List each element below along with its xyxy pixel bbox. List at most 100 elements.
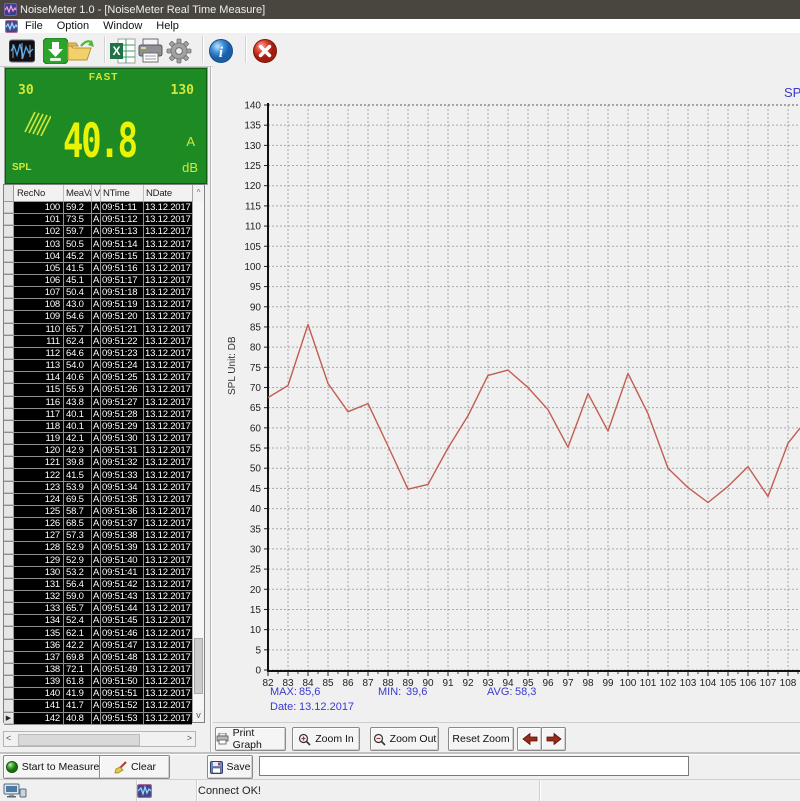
col-ntime[interactable]: NTime xyxy=(101,185,144,201)
zoom-in-button[interactable]: Zoom In xyxy=(292,727,360,751)
menu-file[interactable]: File xyxy=(18,20,50,32)
table-row[interactable]: 11162.4A09:51:2213.12.2017 xyxy=(4,336,192,348)
table-row[interactable]: 10541.5A09:51:1613.12.2017 xyxy=(4,263,192,275)
table-row[interactable]: 12852.9A09:51:3913.12.2017 xyxy=(4,542,192,554)
menu-help[interactable]: Help xyxy=(149,20,186,32)
col-meaval[interactable]: MeaVal xyxy=(64,185,92,201)
row-selector[interactable] xyxy=(4,372,14,383)
table-row[interactable]: 12042.9A09:51:3113.12.2017 xyxy=(4,445,192,457)
row-selector[interactable] xyxy=(4,640,14,651)
row-selector[interactable] xyxy=(4,579,14,590)
table-row[interactable]: 13053.2A09:51:4113.12.2017 xyxy=(4,567,192,579)
scrollbar-thumb[interactable] xyxy=(194,638,203,694)
row-selector[interactable] xyxy=(4,275,14,286)
row-selector[interactable] xyxy=(4,311,14,322)
row-selector[interactable] xyxy=(4,251,14,262)
row-selector[interactable] xyxy=(4,287,14,298)
row-selector[interactable] xyxy=(4,652,14,663)
table-row[interactable]: 11840.1A09:51:2913.12.2017 xyxy=(4,421,192,433)
row-selector[interactable] xyxy=(4,603,14,614)
save-button[interactable]: Save xyxy=(207,755,253,779)
hscrollbar-thumb[interactable] xyxy=(18,734,140,746)
scroll-right-arrow[interactable]: > xyxy=(187,733,192,743)
row-selector[interactable] xyxy=(4,542,14,553)
row-selector[interactable] xyxy=(4,384,14,395)
row-selector[interactable] xyxy=(4,360,14,371)
table-row[interactable]: 12353.9A09:51:3413.12.2017 xyxy=(4,482,192,494)
table-row[interactable]: 11264.6A09:51:2313.12.2017 xyxy=(4,348,192,360)
table-row[interactable]: 13642.2A09:51:4713.12.2017 xyxy=(4,640,192,652)
table-row[interactable]: ▶14240.8A09:51:5313.12.2017 xyxy=(4,713,192,725)
table-row[interactable]: 12139.8A09:51:3213.12.2017 xyxy=(4,457,192,469)
save-filename-input[interactable] xyxy=(259,756,689,776)
table-row[interactable]: 10173.5A09:51:1213.12.2017 xyxy=(4,214,192,226)
stop-close-button[interactable] xyxy=(251,37,279,64)
row-selector[interactable]: ▶ xyxy=(4,713,14,724)
table-row[interactable]: 14141.7A09:51:5213.12.2017 xyxy=(4,700,192,712)
waveform-display-button[interactable] xyxy=(8,37,36,64)
table-row[interactable]: 13259.0A09:51:4313.12.2017 xyxy=(4,591,192,603)
table-row[interactable]: 14041.9A09:51:5113.12.2017 xyxy=(4,688,192,700)
table-row[interactable]: 12668.5A09:51:3713.12.2017 xyxy=(4,518,192,530)
row-selector[interactable] xyxy=(4,299,14,310)
scroll-left-arrow[interactable]: < xyxy=(6,733,11,743)
table-row[interactable]: 11354.0A09:51:2413.12.2017 xyxy=(4,360,192,372)
table-row[interactable]: 10259.7A09:51:1313.12.2017 xyxy=(4,226,192,238)
table-row[interactable]: 10645.1A09:51:1713.12.2017 xyxy=(4,275,192,287)
row-selector[interactable] xyxy=(4,238,14,249)
row-selector[interactable] xyxy=(4,397,14,408)
row-selector[interactable] xyxy=(4,482,14,493)
row-selector[interactable] xyxy=(4,591,14,602)
table-row[interactable]: 13961.8A09:51:5013.12.2017 xyxy=(4,676,192,688)
row-selector[interactable] xyxy=(4,457,14,468)
table-row[interactable]: 11555.9A09:51:2613.12.2017 xyxy=(4,384,192,396)
table-row[interactable]: 11440.6A09:51:2513.12.2017 xyxy=(4,372,192,384)
open-folder-button[interactable] xyxy=(66,37,94,64)
row-selector[interactable] xyxy=(4,676,14,687)
menu-window[interactable]: Window xyxy=(96,20,149,32)
row-selector[interactable] xyxy=(4,469,14,480)
scroll-graph-right-button[interactable] xyxy=(541,727,566,751)
table-row[interactable]: 13365.7A09:51:4413.12.2017 xyxy=(4,603,192,615)
table-row[interactable]: 13769.8A09:51:4813.12.2017 xyxy=(4,652,192,664)
row-selector[interactable] xyxy=(4,688,14,699)
panel-splitter[interactable] xyxy=(210,66,212,752)
row-selector[interactable] xyxy=(4,214,14,225)
row-selector[interactable] xyxy=(4,324,14,335)
table-row[interactable]: 12952.9A09:51:4013.12.2017 xyxy=(4,555,192,567)
table-row[interactable]: 10445.2A09:51:1513.12.2017 xyxy=(4,251,192,263)
clear-button[interactable]: Clear xyxy=(99,755,170,779)
table-row[interactable]: 12558.7A09:51:3613.12.2017 xyxy=(4,506,192,518)
table-row[interactable]: 10843.0A09:51:1913.12.2017 xyxy=(4,299,192,311)
row-selector[interactable] xyxy=(4,700,14,711)
table-row[interactable]: 13452.4A09:51:4513.12.2017 xyxy=(4,615,192,627)
col-recno[interactable]: RecNo xyxy=(14,185,64,201)
menu-option[interactable]: Option xyxy=(50,20,96,32)
table-row[interactable]: 11065.7A09:51:2113.12.2017 xyxy=(4,324,192,336)
table-row[interactable]: 11643.8A09:51:2713.12.2017 xyxy=(4,397,192,409)
zoom-out-button[interactable]: Zoom Out xyxy=(370,727,439,751)
table-row[interactable]: 13872.1A09:51:4913.12.2017 xyxy=(4,664,192,676)
reset-zoom-button[interactable]: Reset Zoom xyxy=(448,727,514,751)
row-selector[interactable] xyxy=(4,202,14,213)
row-selector[interactable] xyxy=(4,226,14,237)
table-row[interactable]: 13156.4A09:51:4213.12.2017 xyxy=(4,579,192,591)
col-ndate[interactable]: NDate xyxy=(144,185,192,201)
print-graph-button[interactable]: Print Graph xyxy=(215,727,286,751)
scroll-down-arrow[interactable]: v xyxy=(193,710,204,722)
scroll-up-arrow[interactable]: ^ xyxy=(192,185,204,201)
table-row[interactable]: 12757.3A09:51:3813.12.2017 xyxy=(4,530,192,542)
table-row[interactable]: 10954.6A09:51:2013.12.2017 xyxy=(4,311,192,323)
row-selector[interactable] xyxy=(4,494,14,505)
row-selector[interactable] xyxy=(4,664,14,675)
table-row[interactable]: 13562.1A09:51:4613.12.2017 xyxy=(4,627,192,639)
row-selector[interactable] xyxy=(4,348,14,359)
row-selector[interactable] xyxy=(4,555,14,566)
row-selector[interactable] xyxy=(4,567,14,578)
excel-export-button[interactable]: X xyxy=(109,37,137,64)
horizontal-scrollbar[interactable]: < > xyxy=(3,731,196,747)
row-selector[interactable] xyxy=(4,409,14,420)
row-selector[interactable] xyxy=(4,518,14,529)
row-selector[interactable] xyxy=(4,433,14,444)
table-row[interactable]: 11942.1A09:51:3013.12.2017 xyxy=(4,433,192,445)
